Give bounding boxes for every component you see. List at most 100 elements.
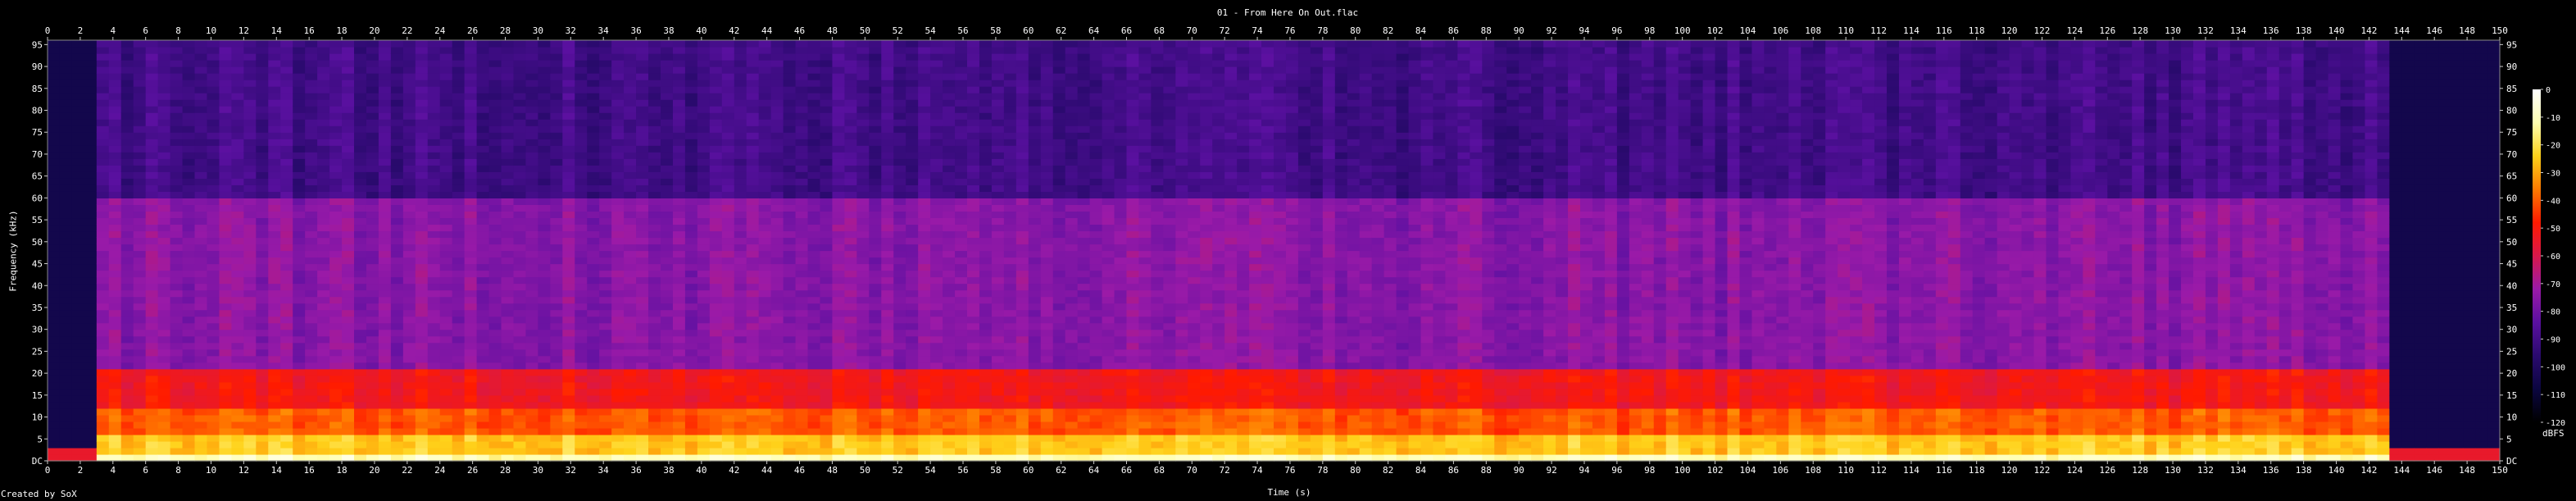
spectrogram-cell: [967, 414, 980, 422]
spectrogram-cell: [256, 316, 269, 324]
spectrogram-cell: [943, 394, 956, 403]
spectrogram-cell: [390, 125, 404, 133]
spectrogram-cell: [758, 237, 772, 245]
spectrogram-cell: [317, 388, 330, 396]
spectrogram-cell: [525, 224, 538, 232]
spectrogram-cell: [182, 99, 196, 107]
spectrogram-cell: [71, 322, 85, 330]
spectrogram-cell: [967, 375, 980, 383]
spectrogram-cell: [120, 322, 134, 330]
spectrogram-cell: [587, 237, 600, 245]
spectrogram-cell: [390, 303, 404, 311]
spectrogram-cell: [243, 296, 257, 304]
spectrogram-cell: [182, 40, 196, 48]
spectrogram-cell: [293, 217, 306, 225]
spectrogram-cell: [587, 125, 600, 133]
spectrogram-cell: [402, 53, 416, 61]
spectrogram-cell: [48, 434, 61, 442]
spectrogram-cell: [820, 165, 834, 172]
spectrogram-cell: [538, 342, 551, 350]
spectrogram-cell: [145, 99, 159, 107]
spectrogram-cell: [967, 322, 980, 330]
spectrogram-cell: [317, 335, 330, 344]
spectrogram-cell: [305, 270, 318, 278]
spectrogram-cell: [182, 368, 196, 376]
spectrogram-cell: [268, 335, 281, 344]
spectrogram-cell: [157, 86, 171, 93]
spectrogram-cell: [182, 270, 196, 278]
spectrogram-cell: [513, 53, 527, 61]
spectrogram-cell: [575, 355, 588, 363]
spectrogram-cell: [575, 86, 588, 93]
spectrogram-cell: [513, 86, 527, 93]
spectrogram-cell: [96, 322, 110, 330]
spectrogram-cell: [145, 421, 159, 429]
spectrogram-cell: [832, 335, 845, 344]
spectrogram-cell: [145, 178, 159, 185]
spectrogram-cell: [684, 348, 698, 357]
spectrogram-cell: [661, 217, 674, 225]
spectrogram-cell: [145, 139, 159, 146]
spectrogram-cell: [219, 106, 232, 113]
spectrogram-cell: [71, 198, 85, 205]
spectrogram-cell: [697, 283, 711, 291]
spectrogram-cell: [59, 283, 73, 291]
spectrogram-cell: [955, 198, 968, 205]
spectrogram-cell: [366, 362, 379, 370]
spectrogram-cell: [672, 276, 686, 285]
spectrogram-cell: [59, 388, 73, 396]
spectrogram-cell: [624, 152, 637, 159]
spectrogram-cell: [758, 434, 772, 442]
spectrogram-cell: [648, 355, 661, 363]
spectrogram-cell: [71, 86, 85, 93]
spectrogram-cell: [243, 178, 257, 185]
spectrogram-cell: [231, 440, 244, 449]
spectrogram-cell: [562, 106, 575, 113]
spectrogram-cell: [624, 224, 637, 232]
spectrogram-cell: [648, 381, 661, 389]
spectrogram-cell: [807, 139, 821, 146]
spectrogram-cell: [746, 447, 760, 455]
spectrogram-cell: [672, 316, 686, 324]
spectrogram-cell: [967, 296, 980, 304]
spectrogram-cell: [758, 99, 772, 107]
spectrogram-cell: [48, 106, 61, 113]
spectrogram-cell: [906, 394, 919, 403]
spectrogram-cell: [967, 47, 980, 54]
spectrogram-cell: [709, 368, 723, 376]
spectrogram-cell: [746, 283, 760, 291]
spectrogram-cell: [967, 99, 980, 107]
spectrogram-cell: [145, 106, 159, 113]
spectrogram-cell: [562, 440, 575, 449]
spectrogram-cell: [268, 145, 281, 153]
spectrogram-cell: [648, 80, 661, 87]
spectrogram-cell: [599, 86, 612, 93]
spectrogram-cell: [157, 342, 171, 350]
spectrogram-cell: [795, 204, 809, 212]
spectrogram-cell: [342, 139, 355, 146]
spectrogram-cell: [157, 244, 171, 252]
spectrogram-cell: [427, 276, 441, 285]
spectrogram-cell: [844, 139, 857, 146]
spectrogram-cell: [243, 60, 257, 67]
spectrogram-cell: [943, 106, 956, 113]
spectrogram-cell: [599, 145, 612, 153]
spectrogram-cell: [378, 211, 392, 219]
spectrogram-cell: [157, 145, 171, 153]
spectrogram-cell: [525, 158, 538, 166]
spectrogram-cell: [624, 119, 637, 126]
spectrogram-cell: [562, 381, 575, 389]
spectrogram-cell: [832, 250, 845, 258]
spectrogram-cell: [881, 348, 894, 357]
spectrogram-cell: [390, 348, 404, 357]
spectrogram-cell: [329, 152, 343, 159]
spectrogram-cell: [991, 408, 1005, 416]
spectrogram-cell: [96, 224, 110, 232]
spectrogram-cell: [734, 447, 747, 455]
spectrogram-cell: [967, 86, 980, 93]
spectrogram-cell: [280, 440, 293, 449]
spectrogram-cell: [562, 112, 575, 120]
spectrogram-cell: [194, 53, 208, 61]
spectrogram-cell: [525, 184, 538, 192]
spectrogram-cell: [820, 322, 834, 330]
